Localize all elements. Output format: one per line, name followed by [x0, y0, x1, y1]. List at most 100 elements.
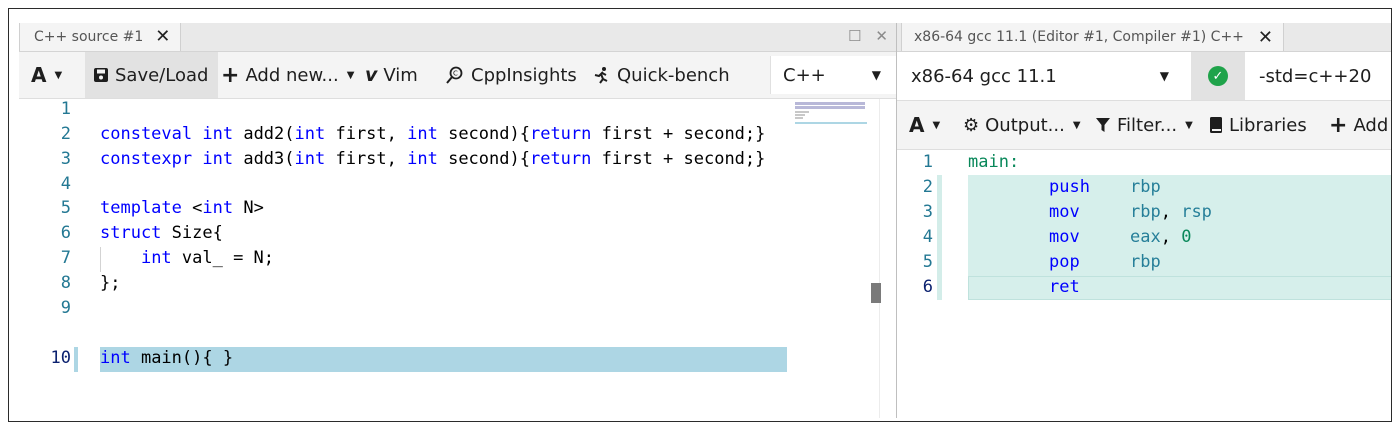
- close-icon[interactable]: ✕: [155, 28, 170, 46]
- line-number: 6: [60, 223, 71, 243]
- compiler-tab-bar: x86-64 gcc 11.1 (Editor #1, Compiler #1)…: [897, 23, 1391, 52]
- asm-line: mov eax, 0: [1049, 227, 1192, 247]
- tab-source-label: C++ source #1: [34, 29, 144, 45]
- line-number: 4: [60, 174, 71, 194]
- plus-icon: +: [221, 62, 240, 88]
- line-number: 10: [50, 348, 71, 368]
- chevron-down-icon: ▼: [54, 69, 63, 81]
- libraries-label: Libraries: [1229, 114, 1307, 136]
- tab-compiler-label: x86-64 gcc 11.1 (Editor #1, Compiler #1)…: [914, 29, 1244, 45]
- chevron-down-icon: ▼: [1159, 69, 1169, 83]
- vim-button[interactable]: v Vim: [365, 52, 418, 98]
- asm-gutter-marker: [937, 275, 942, 300]
- add-new-button[interactable]: + Add new... ▼: [221, 52, 354, 98]
- minimap-preview: [795, 102, 867, 124]
- cppinsights-button[interactable]: C CppInsights: [445, 52, 577, 98]
- chevron-down-icon: ▼: [871, 68, 881, 82]
- chevron-down-icon: ▼: [932, 119, 941, 131]
- close-icon[interactable]: ✕: [1258, 27, 1273, 48]
- add-tool-button[interactable]: + Add r: [1329, 101, 1391, 149]
- quick-bench-button[interactable]: Quick-bench: [591, 52, 730, 98]
- source-toolbar: A ▼ Save/Load + Add new... ▼ v Vim C Cpp…: [19, 52, 897, 99]
- code-line: int main(){ }: [100, 348, 234, 368]
- cppinsights-label: CppInsights: [471, 64, 577, 86]
- line-number: 2: [60, 124, 71, 144]
- code-line: };: [100, 273, 121, 293]
- code-line: struct Size{: [100, 223, 223, 243]
- asm-gutter-marker: [937, 225, 942, 250]
- asm-line: push rbp: [1049, 177, 1161, 197]
- add-new-label: Add new...: [245, 64, 339, 86]
- compile-status-button[interactable]: ✓: [1191, 52, 1245, 100]
- asm-line: pop rbp: [1049, 252, 1161, 272]
- check-circle-icon: ✓: [1208, 66, 1228, 86]
- close-icon[interactable]: ✕: [875, 27, 888, 45]
- compiler-pane: x86-64 gcc 11.1 (Editor #1, Compiler #1)…: [896, 23, 1391, 418]
- line-number: 7: [60, 248, 71, 268]
- compiler-flags-value: -std=c++20: [1259, 65, 1372, 87]
- compiler-value: x86-64 gcc 11.1: [911, 65, 1057, 87]
- output-button[interactable]: ⚙ Output... ▼: [963, 101, 1081, 149]
- editor-scrollbar[interactable]: [879, 99, 897, 418]
- runner-icon: [594, 67, 608, 84]
- line-number: 9: [60, 298, 71, 318]
- scroll-position-marker[interactable]: [871, 283, 881, 303]
- font-size-button[interactable]: A ▼: [909, 101, 940, 149]
- magnifier-icon: C: [446, 66, 463, 84]
- add-tool-label: Add r: [1353, 114, 1391, 136]
- code-line: consteval int add2(int first, int second…: [100, 124, 766, 144]
- code-line: int val_ = N;: [140, 248, 275, 268]
- chevron-down-icon: ▼: [1185, 119, 1193, 131]
- chevron-down-icon: ▼: [346, 69, 355, 81]
- chevron-down-icon: ▼: [1072, 119, 1081, 131]
- save-load-label: Save/Load: [115, 64, 209, 86]
- minimap[interactable]: [795, 101, 867, 125]
- asm-line-number: 5: [922, 252, 933, 272]
- asm-line-number: 6: [922, 277, 933, 297]
- compiler-flags-input[interactable]: -std=c++20: [1259, 52, 1371, 100]
- asm-line: main:: [968, 152, 1020, 172]
- window-controls: ☐ ✕: [848, 27, 888, 45]
- font-icon: A: [31, 63, 47, 87]
- language-select[interactable]: C++ ▼: [770, 56, 897, 94]
- font-icon: A: [909, 113, 925, 137]
- quick-bench-label: Quick-bench: [617, 64, 730, 86]
- code-line: template <int N>: [100, 198, 264, 218]
- font-size-button[interactable]: A ▼: [31, 52, 62, 98]
- line-number: 8: [60, 273, 71, 293]
- asm-line-number: 3: [922, 202, 933, 222]
- tab-compiler[interactable]: x86-64 gcc 11.1 (Editor #1, Compiler #1)…: [901, 23, 1284, 51]
- compiler-explorer-window: C++ source #1 ✕ ☐ ✕ A ▼ Save/Load + Add …: [8, 8, 1392, 422]
- tab-source[interactable]: C++ source #1 ✕: [19, 23, 182, 51]
- line-number: 3: [60, 149, 71, 169]
- language-value: C++: [783, 64, 826, 86]
- source-tab-bar: C++ source #1 ✕ ☐ ✕: [19, 23, 896, 52]
- asm-gutter-marker: [937, 200, 942, 225]
- line-number: 1: [60, 99, 71, 119]
- asm-line-number: 1: [922, 152, 933, 172]
- libraries-button[interactable]: Libraries: [1209, 101, 1307, 149]
- gear-icon: ⚙: [963, 114, 980, 136]
- save-load-button[interactable]: Save/Load: [85, 52, 219, 98]
- svg-text:C: C: [453, 70, 458, 78]
- current-line-marker: [74, 347, 78, 372]
- plus-icon: +: [1329, 112, 1348, 138]
- asm-cursor-line: [968, 276, 1391, 300]
- source-editor-pane: C++ source #1 ✕ ☐ ✕ A ▼ Save/Load + Add …: [19, 23, 897, 418]
- asm-line-number: 2: [922, 177, 933, 197]
- compiler-bar: x86-64 gcc 11.1 ▼ ✓ -std=c++20: [897, 52, 1391, 101]
- compiler-toolbar: A ▼ ⚙ Output... ▼ Filter... ▼ Libraries …: [897, 101, 1391, 150]
- asm-line: mov rbp, rsp: [1049, 202, 1212, 222]
- filter-button[interactable]: Filter... ▼: [1095, 101, 1193, 149]
- output-label: Output...: [985, 114, 1065, 136]
- code-editor[interactable]: 1 2 3 4 5 6 7 8 9 10 consteval int add2(…: [19, 99, 879, 418]
- floppy-icon: [94, 68, 108, 82]
- asm-gutter-marker: [937, 250, 942, 275]
- line-number: 5: [60, 198, 71, 218]
- book-icon: [1210, 117, 1222, 133]
- compiler-select[interactable]: x86-64 gcc 11.1 ▼: [911, 52, 1181, 100]
- filter-icon: [1096, 118, 1110, 132]
- maximize-icon[interactable]: ☐: [848, 27, 861, 45]
- code-line: constexpr int add3(int first, int second…: [100, 149, 766, 169]
- filter-label: Filter...: [1117, 114, 1178, 136]
